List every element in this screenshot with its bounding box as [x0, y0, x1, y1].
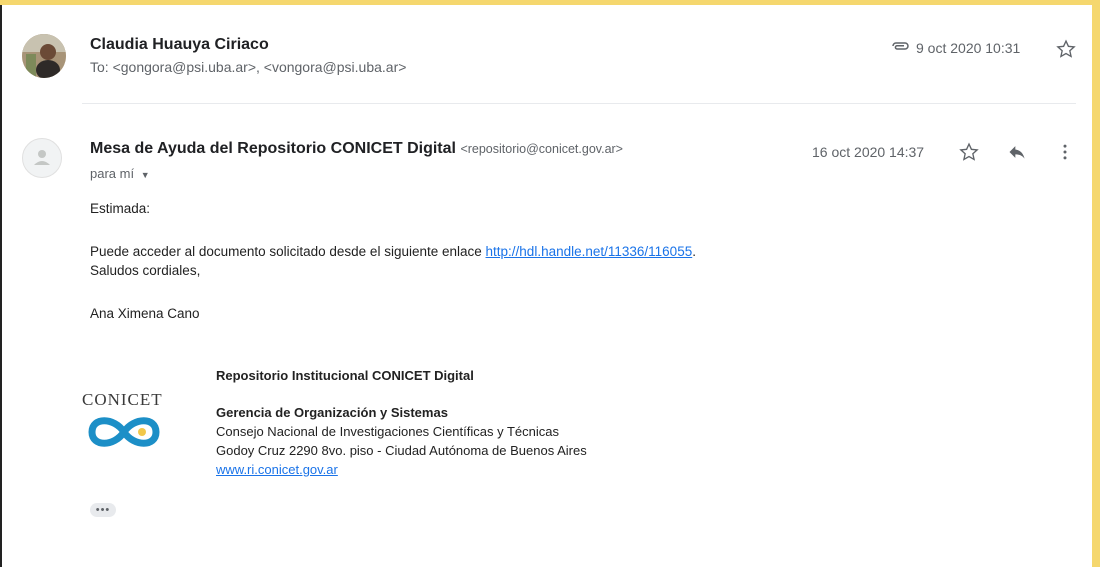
recipient-details-toggle[interactable]: para mí ▼: [90, 166, 150, 181]
website-link[interactable]: www.ri.conicet.gov.ar: [216, 462, 338, 477]
closing: Saludos cordiales,: [90, 263, 201, 278]
conicet-logo-text: CONICET: [82, 390, 163, 409]
body-line-text: Puede acceder al documento solicitado de…: [90, 244, 482, 259]
more-vert-icon[interactable]: [1054, 141, 1076, 163]
show-trimmed-content-button[interactable]: •••: [90, 503, 116, 517]
sender-display-name[interactable]: Mesa de Ayuda del Repositorio CONICET Di…: [90, 140, 456, 157]
recipients: To: <gongora@psi.uba.ar>, <vongora@psi.u…: [90, 59, 407, 75]
document-link[interactable]: http://hdl.handle.net/11336/116055: [486, 244, 693, 259]
divider: [82, 103, 1076, 104]
signature-website: www.ri.conicet.gov.ar: [216, 462, 338, 477]
sender-name[interactable]: Claudia Huauya Ciriaco: [90, 36, 269, 54]
sender-name[interactable]: Mesa de Ayuda del Repositorio CONICET Di…: [90, 140, 623, 158]
signature-address: Godoy Cruz 2290 8vo. piso - Ciudad Autón…: [216, 443, 587, 458]
conicet-logo-icon: [86, 413, 162, 456]
recipient-label: para mí: [90, 166, 135, 181]
email-thread: Claudia Huauya Ciriaco To: <gongora@psi.…: [0, 5, 1092, 567]
attachment-icon: [889, 35, 911, 57]
star-icon[interactable]: [958, 141, 980, 163]
signer-name: Ana Ximena Cano: [90, 306, 200, 321]
default-avatar-icon[interactable]: [22, 138, 62, 178]
greeting: Estimada:: [90, 201, 151, 216]
star-icon[interactable]: [1055, 38, 1077, 60]
body-line: Puede acceder al documento solicitado de…: [90, 244, 696, 259]
signature-organization: Consejo Nacional de Investigaciones Cien…: [216, 424, 559, 439]
body-line-end: .: [692, 244, 696, 259]
signature-title: Repositorio Institucional CONICET Digita…: [216, 368, 474, 383]
signature-department: Gerencia de Organización y Sistemas: [216, 405, 448, 420]
message-date: 9 oct 2020 10:31: [916, 40, 1021, 56]
message-date: 16 oct 2020 14:37: [812, 144, 925, 160]
avatar[interactable]: [22, 34, 66, 78]
chevron-down-icon[interactable]: ▼: [141, 170, 150, 180]
sender-email: <repositorio@conicet.gov.ar>: [460, 142, 623, 156]
reply-icon[interactable]: [1006, 141, 1028, 163]
message-collapsed[interactable]: Claudia Huauya Ciriaco To: <gongora@psi.…: [2, 5, 1092, 103]
